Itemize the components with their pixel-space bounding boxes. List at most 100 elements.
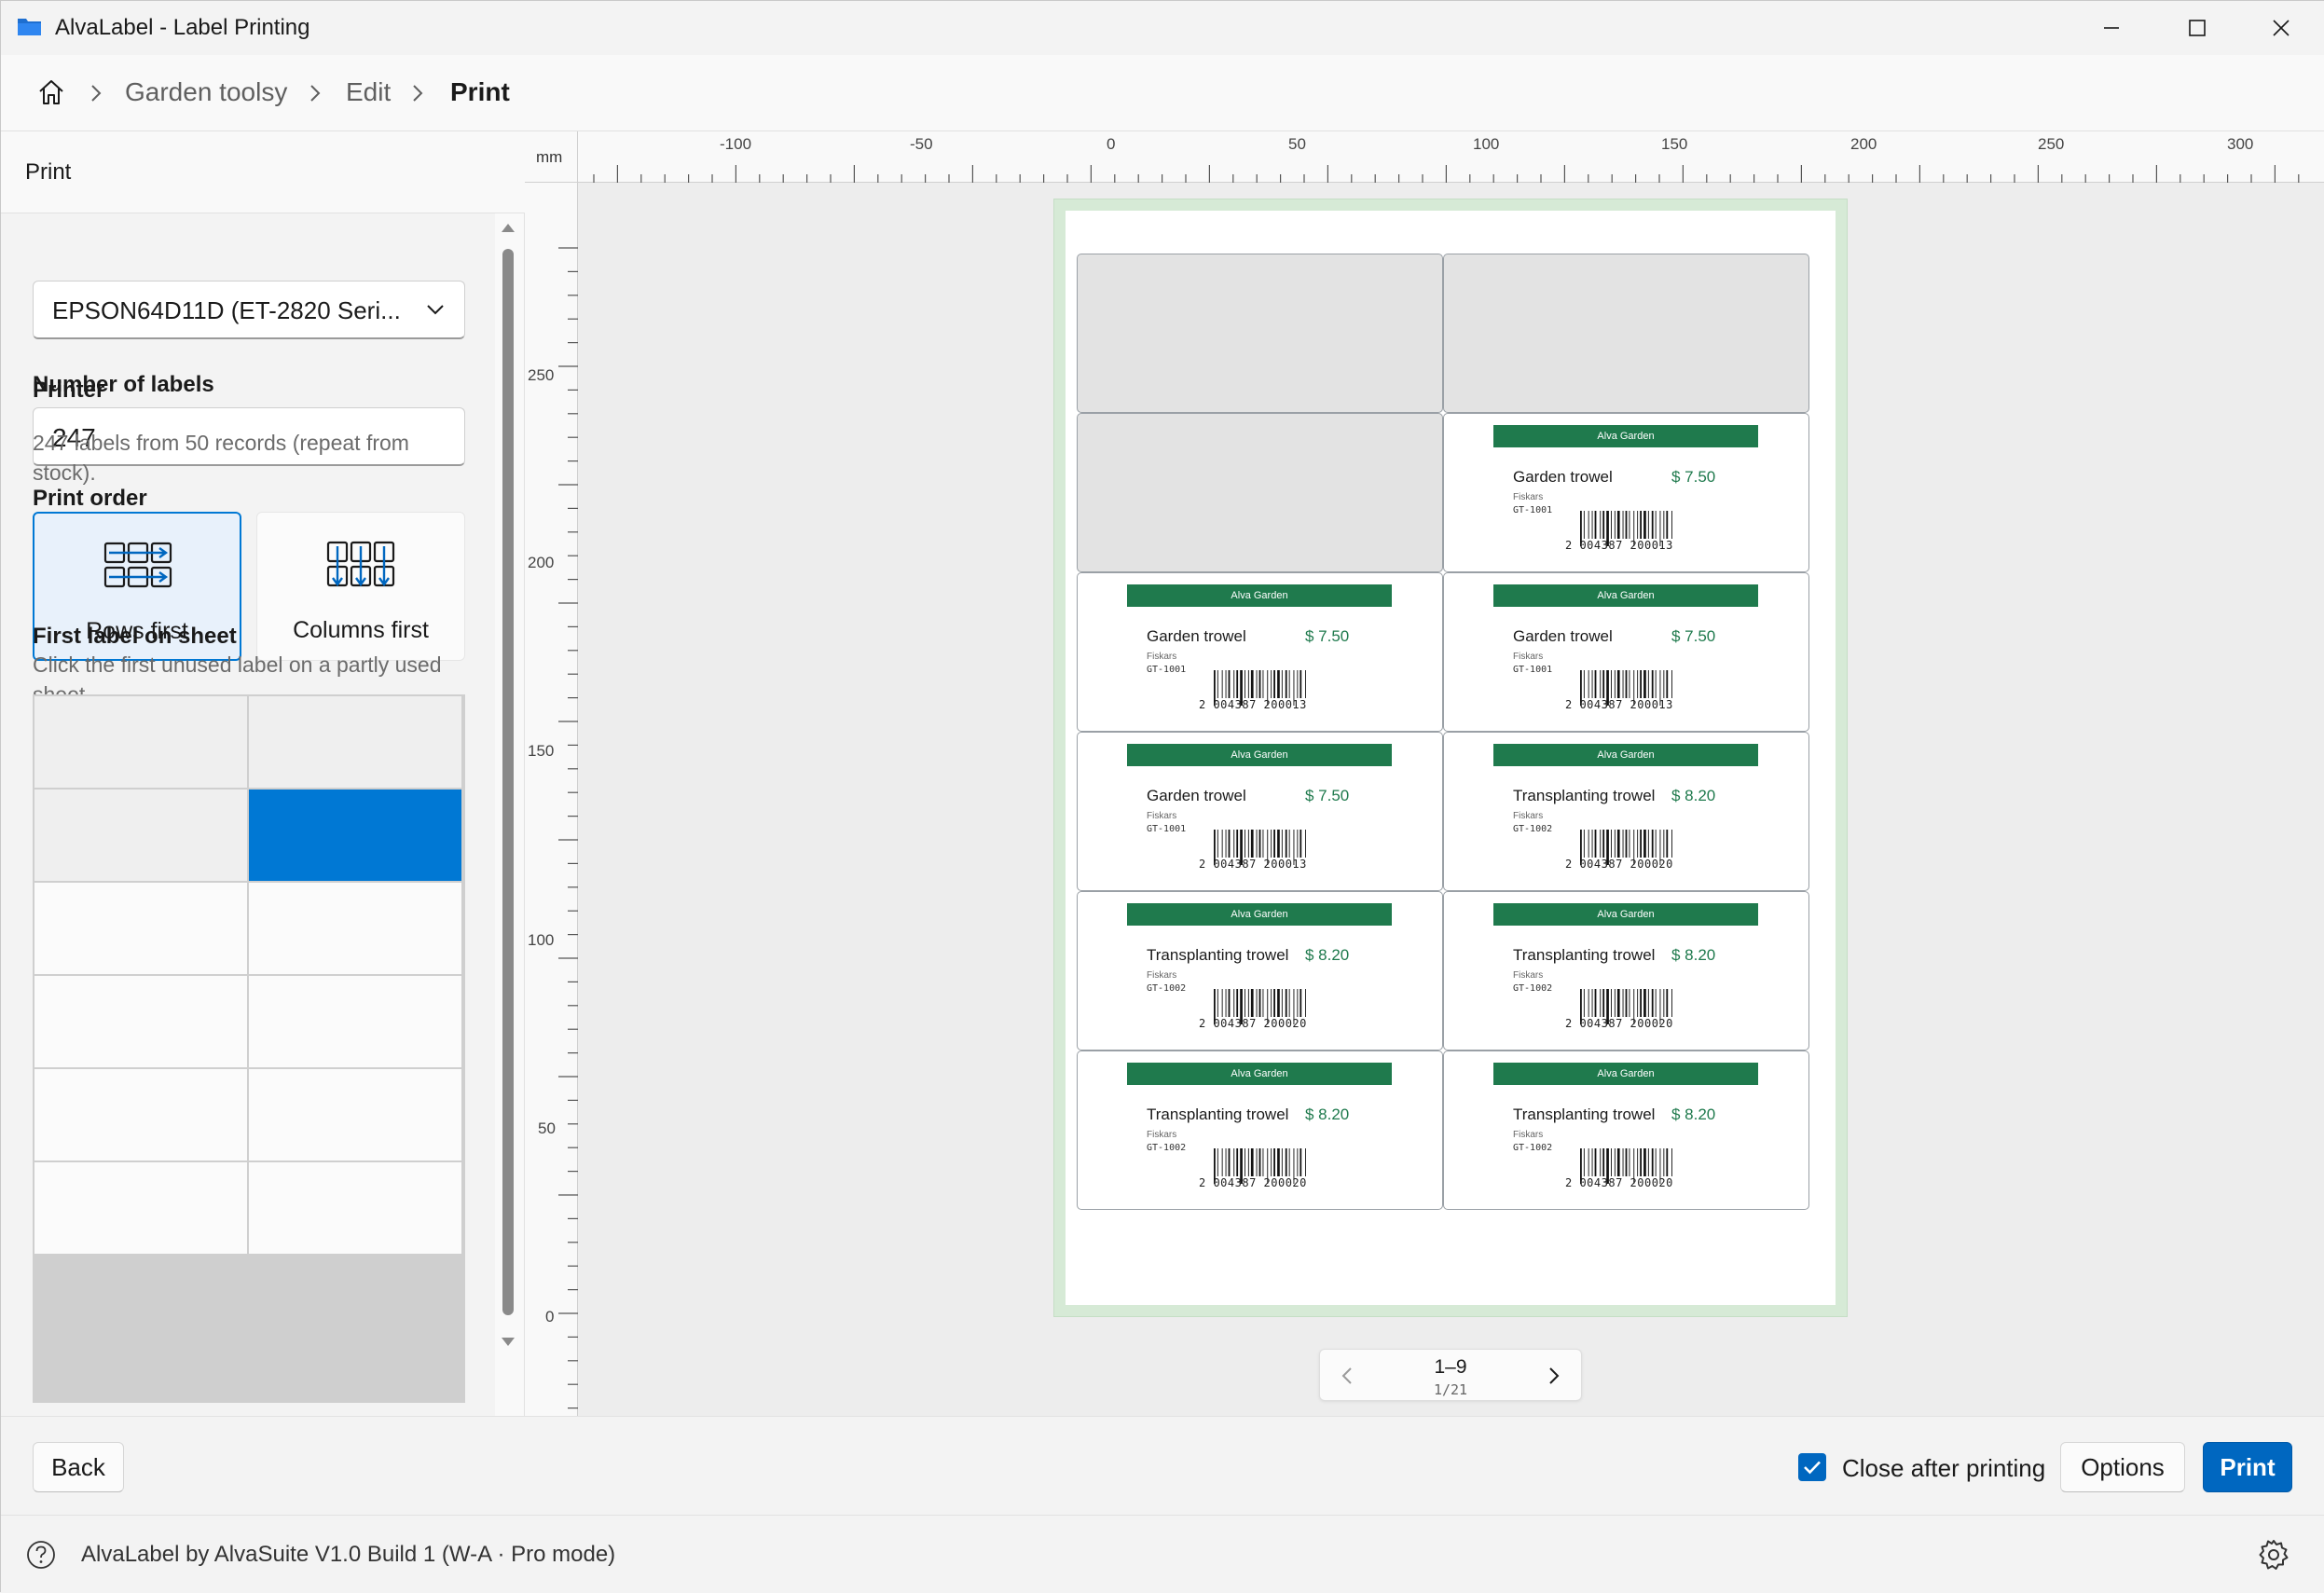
breadcrumb-item-project[interactable]: Garden toolsy: [125, 77, 287, 107]
app-window: AlvaLabel - Label Printing Garden toolsy…: [0, 0, 2324, 1593]
sheet-slot-1[interactable]: [34, 696, 247, 788]
label-brand: Fiskars: [1147, 811, 1177, 821]
label-barcode-number: 2 004387 200020: [1565, 858, 1673, 871]
label-header: Alva Garden: [1127, 584, 1392, 607]
label-price: $ 8.20: [1305, 946, 1350, 964]
label-sku: GT-1002: [1513, 1143, 1553, 1153]
back-button[interactable]: Back: [33, 1442, 124, 1492]
options-button[interactable]: Options: [2060, 1442, 2185, 1492]
scroll-down-icon[interactable]: [501, 1336, 516, 1349]
title-bar: AlvaLabel - Label Printing: [1, 1, 2324, 55]
sheet-slot-4-selected[interactable]: [249, 790, 461, 881]
label-price: $ 7.50: [1305, 787, 1350, 804]
label-sku: GT-1002: [1513, 983, 1553, 994]
label-slot-used: [1077, 413, 1443, 572]
chevron-down-icon: [427, 305, 444, 315]
label-preview: Alva Garden Garden trowel $ 7.50 Fiskars GT-…: [1443, 413, 1809, 572]
ruler-x-tick: -100: [720, 135, 752, 153]
ruler-unit: mm: [536, 148, 563, 166]
label-sku: GT-1001: [1147, 824, 1187, 834]
label-product-name: Transplanting trowel: [1513, 946, 1656, 964]
label-slot-used: [1443, 254, 1809, 413]
label-sku: GT-1001: [1147, 665, 1187, 675]
label-header: Alva Garden: [1493, 1063, 1758, 1085]
scrollbar-thumb[interactable]: [502, 249, 514, 1315]
label-brand: Fiskars: [1513, 492, 1544, 502]
sheet-slot-7[interactable]: [34, 976, 247, 1067]
ruler-x-tick: -50: [910, 135, 933, 153]
label-header: Alva Garden: [1493, 425, 1758, 447]
close-after-printing-checkbox[interactable]: [1798, 1453, 1826, 1481]
minimize-button[interactable]: [2069, 1, 2154, 55]
sheet-slot-12[interactable]: [249, 1162, 461, 1254]
gear-icon[interactable]: [2257, 1538, 2290, 1572]
action-footer: Back Close after printing Options Print: [1, 1416, 2324, 1515]
ruler-x-tick: 50: [1288, 135, 1306, 153]
label-barcode-number: 2 004387 200013: [1199, 698, 1307, 711]
sheet-slot-3[interactable]: [34, 790, 247, 881]
label-product-name: Transplanting trowel: [1147, 1105, 1289, 1123]
home-icon[interactable]: [36, 77, 66, 107]
print-button[interactable]: Print: [2203, 1442, 2292, 1492]
sheet-slot-2[interactable]: [249, 696, 461, 788]
label-preview: Alva Garden Transplanting trowel $ 8.20 Fis…: [1443, 1051, 1809, 1210]
label-header: Alva Garden: [1493, 584, 1758, 607]
label-preview: Alva Garden Transplanting trowel $ 8.20 Fis…: [1077, 891, 1443, 1051]
sheet-slot-6[interactable]: [249, 883, 461, 974]
label-preview: Alva Garden Garden trowel $ 7.50 Fiskars GT-…: [1077, 572, 1443, 732]
label-price: $ 8.20: [1671, 946, 1716, 964]
printer-value: EPSON64D11D (ET-2820 Seri...: [52, 296, 401, 324]
label-preview: Alva Garden Garden trowel $ 7.50 Fiskars GT-…: [1077, 732, 1443, 891]
next-page-icon[interactable]: [1547, 1366, 1561, 1385]
first-label-grid: [33, 694, 465, 1403]
label-barcode-number: 2 004387 200020: [1565, 1176, 1673, 1189]
ruler-x-tick: 300: [2227, 135, 2254, 153]
label-barcode-number: 2 004387 200020: [1199, 1017, 1307, 1030]
close-window-button[interactable]: [2238, 1, 2324, 55]
ruler-corner: mm: [525, 131, 578, 183]
status-bar: AlvaLabel by AlvaSuite V1.0 Build 1 (W-A…: [1, 1515, 2324, 1593]
label-preview: Alva Garden Garden trowel $ 7.50 Fiskars GT-…: [1443, 572, 1809, 732]
label-price: $ 7.50: [1671, 468, 1716, 486]
label-product-name: Garden trowel: [1513, 468, 1613, 486]
chevron-right-icon: [91, 85, 102, 102]
sheet-page: Alva Garden Garden trowel $ 7.50 Fiskars GT-…: [1066, 211, 1836, 1305]
label-product-name: Transplanting trowel: [1513, 787, 1656, 804]
label-sheet-preview: Alva Garden Garden trowel $ 7.50 Fiskars GT-…: [1053, 199, 1848, 1317]
sheet-slot-5[interactable]: [34, 883, 247, 974]
label-brand: Fiskars: [1147, 970, 1177, 981]
printer-select[interactable]: EPSON64D11D (ET-2820 Seri...: [33, 281, 465, 339]
ruler-y-tick: 50: [538, 1119, 556, 1137]
close-after-printing-label[interactable]: Close after printing: [1842, 1454, 2045, 1483]
sheet-slot-8[interactable]: [249, 976, 461, 1067]
settings-scroll-area: Printer EPSON64D11D (ET-2820 Seri... Num…: [1, 131, 495, 1416]
label-brand: Fiskars: [1147, 1130, 1177, 1140]
scroll-up-icon[interactable]: [501, 221, 516, 234]
label-price: $ 8.20: [1305, 1105, 1350, 1123]
maximize-button[interactable]: [2154, 1, 2240, 55]
ruler-y-tick: 0: [545, 1308, 555, 1325]
label-price: $ 7.50: [1305, 627, 1350, 645]
breadcrumb-item-edit[interactable]: Edit: [346, 77, 391, 107]
label-sku: GT-1002: [1513, 824, 1553, 834]
sheet-slot-9[interactable]: [34, 1069, 247, 1160]
app-logo-icon: [18, 19, 41, 35]
page-range: 1–9: [1434, 1356, 1467, 1378]
label-barcode-number: 2 004387 200020: [1199, 1176, 1307, 1189]
label-slot-used: [1077, 254, 1443, 413]
window-title: AlvaLabel - Label Printing: [55, 15, 310, 40]
ruler-x-tick: 250: [2038, 135, 2065, 153]
status-text: AlvaLabel by AlvaSuite V1.0 Build 1 (W-A…: [81, 1542, 616, 1567]
label-brand: Fiskars: [1513, 970, 1544, 981]
label-brand: Fiskars: [1147, 652, 1177, 662]
close-icon: [2273, 20, 2290, 36]
settings-scrollbar[interactable]: [495, 213, 523, 1416]
label-sku: GT-1002: [1147, 1143, 1187, 1153]
help-icon[interactable]: [25, 1539, 57, 1571]
columns-first-icon: [326, 541, 395, 587]
sheet-slot-10[interactable]: [249, 1069, 461, 1160]
label-count-hint: 247 labels from 50 records (repeat from …: [33, 431, 409, 485]
count-label: Number of labels: [33, 372, 214, 397]
columns-first-button[interactable]: Columns first: [256, 512, 465, 661]
sheet-slot-11[interactable]: [34, 1162, 247, 1254]
